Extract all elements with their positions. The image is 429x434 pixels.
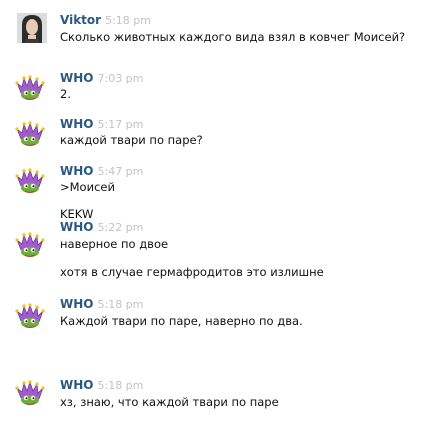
author-name[interactable]: WHO: [60, 297, 93, 311]
message-text: хотя в случае гермафродитов это излишне: [60, 265, 324, 279]
author-name[interactable]: WHO: [60, 378, 93, 392]
author-name[interactable]: Viktor: [60, 13, 101, 27]
author-name[interactable]: WHO: [60, 164, 93, 178]
message-header: WHO 5:22 pm: [60, 220, 143, 235]
message-header: WHO 5:47 pm: [60, 164, 143, 179]
message-header: WHO 5:18 pm: [60, 378, 143, 393]
user-avatar[interactable]: [8, 71, 52, 101]
message-time[interactable]: 5:18 pm: [105, 14, 151, 27]
message-header: WHO 5:17 pm: [60, 117, 143, 132]
user-avatar[interactable]: [8, 376, 52, 406]
user-avatar[interactable]: [8, 164, 52, 194]
message-time[interactable]: 5:22 pm: [97, 221, 143, 234]
user-avatar[interactable]: [8, 299, 52, 329]
message-header: WHO 5:18 pm: [60, 297, 143, 312]
message-text: 2.: [60, 87, 71, 101]
pepe-jester-avatar-icon: [14, 231, 46, 258]
message-time[interactable]: 5:18 pm: [97, 298, 143, 311]
woman-photo-avatar-icon: [17, 13, 47, 43]
message-text: хз, знаю, что каждой твари по паре: [60, 395, 279, 409]
message-text: Сколько животных каждого вида взял в ков…: [60, 30, 406, 44]
message-text: >Моисей: [60, 180, 115, 194]
message-time[interactable]: 5:47 pm: [97, 165, 143, 178]
message-time[interactable]: 5:18 pm: [97, 379, 143, 392]
message-text: KEKW: [60, 207, 94, 221]
user-avatar[interactable]: [17, 13, 47, 43]
pepe-jester-avatar-icon: [14, 74, 46, 101]
author-name[interactable]: WHO: [60, 117, 93, 131]
pepe-jester-avatar-icon: [14, 302, 46, 329]
message-header: WHO 7:03 pm: [60, 71, 143, 86]
pepe-jester-avatar-icon: [14, 379, 46, 406]
pepe-jester-avatar-icon: [14, 120, 46, 147]
message-text: каждой твари по паре?: [60, 133, 203, 147]
message-time[interactable]: 5:17 pm: [97, 118, 143, 131]
message-text: Каждой твари по паре, наверно по два.: [60, 314, 303, 328]
user-avatar[interactable]: [8, 228, 52, 258]
message-time[interactable]: 7:03 pm: [97, 72, 143, 85]
author-name[interactable]: WHO: [60, 220, 93, 234]
user-avatar[interactable]: [8, 117, 52, 147]
message-header: Viktor 5:18 pm: [60, 13, 151, 28]
author-name[interactable]: WHO: [60, 71, 93, 85]
pepe-jester-avatar-icon: [14, 167, 46, 194]
message-text: наверное по двое: [60, 237, 169, 251]
